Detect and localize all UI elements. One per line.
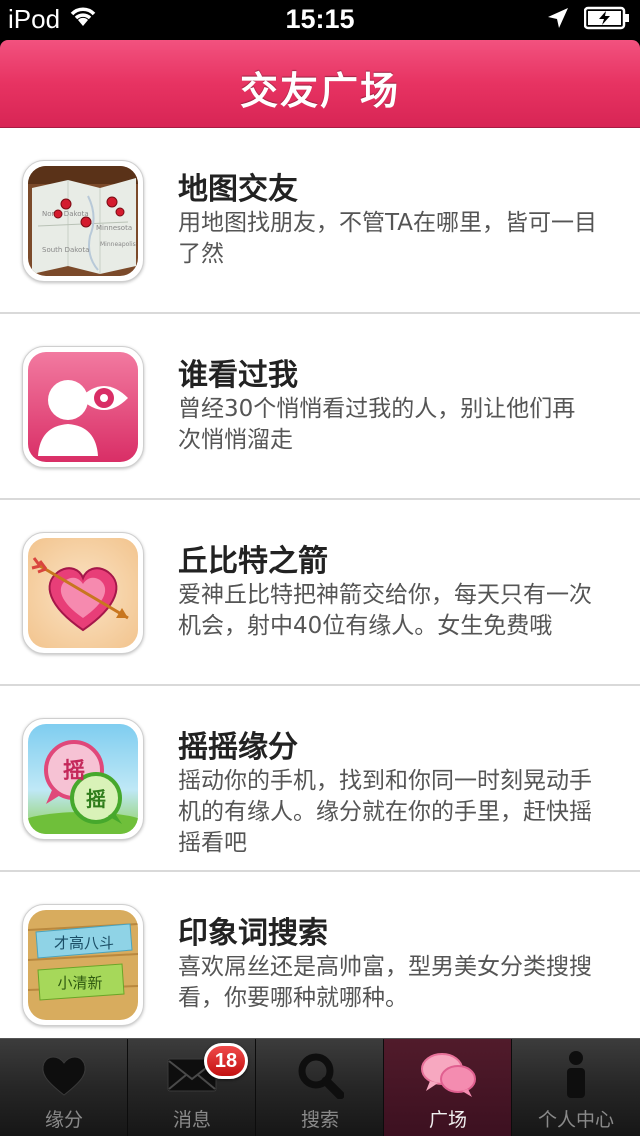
map-label-south-dakota: South Dakota <box>42 246 89 254</box>
list-item-shake-fate[interactable]: 摇 摇 摇摇缘分 摇动你的手机，找到和你同一时刻晃动手机的有缘人。缘分就在你的手… <box>0 686 640 872</box>
tab-label: 缘分 <box>44 1109 83 1131</box>
tab-bar: 缘分 18 消息 搜索 广场 个人中心 <box>0 1038 640 1136</box>
tab-profile[interactable]: 个人中心 <box>512 1039 640 1136</box>
tab-messages[interactable]: 18 消息 <box>128 1039 256 1136</box>
list-item-title: 印象词搜索 <box>178 916 328 951</box>
list-item-desc: 曾经30个悄悄看过我的人，别让他们再次悄悄溜走 <box>178 396 576 453</box>
tag-search-icon: 才高八斗 小清新 <box>22 904 144 1026</box>
tab-plaza[interactable]: 广场 <box>384 1039 512 1136</box>
tab-search[interactable]: 搜索 <box>256 1039 384 1136</box>
magnifier-icon <box>256 1049 384 1101</box>
heart-icon <box>0 1049 128 1101</box>
visitor-eye-icon <box>22 346 144 468</box>
list-item-map-friends[interactable]: North Dakota Minnesota South Dakota Minn… <box>0 128 640 314</box>
nav-bar: 交友广场 <box>0 40 640 128</box>
tab-fate[interactable]: 缘分 <box>0 1039 128 1136</box>
list-item-who-viewed-me[interactable]: 谁看过我 曾经30个悄悄看过我的人，别让他们再次悄悄溜走 <box>0 314 640 500</box>
message-count-badge: 18 <box>204 1043 248 1079</box>
tag-text-1: 才高八斗 <box>54 934 114 952</box>
list-item-title: 谁看过我 <box>178 358 298 393</box>
list-item-desc: 喜欢屌丝还是高帅富，型男美女分类搜搜看，你要哪种就哪种。 <box>178 954 592 1011</box>
tab-label: 广场 <box>428 1109 467 1131</box>
list-item-desc: 用地图找朋友，不管TA在哪里，皆可一目了然 <box>178 210 597 267</box>
battery-charging-icon <box>583 6 630 34</box>
shake-text-2: 摇 <box>86 787 106 811</box>
tag-text-2: 小清新 <box>57 974 102 992</box>
page-title: 交友广场 <box>239 69 400 113</box>
list-item-desc: 爱神丘比特把神箭交给你，每天只有一次机会，射中40位有缘人。女生免费哦 <box>178 582 592 639</box>
person-icon <box>512 1049 640 1101</box>
list-item-tag-search[interactable]: 才高八斗 小清新 印象词搜索 喜欢屌丝还是高帅富，型男美女分类搜搜看，你要哪种就… <box>0 872 640 1038</box>
feature-list: North Dakota Minnesota South Dakota Minn… <box>0 128 640 1038</box>
tab-label: 个人中心 <box>537 1109 614 1131</box>
list-item-cupid-arrow[interactable]: 丘比特之箭 爱神丘比特把神箭交给你，每天只有一次机会，射中40位有缘人。女生免费… <box>0 500 640 686</box>
map-icon: North Dakota Minnesota South Dakota Minn… <box>22 160 144 282</box>
list-item-title: 地图交友 <box>178 172 298 207</box>
tab-label: 搜索 <box>300 1109 339 1131</box>
chat-bubbles-icon <box>384 1049 512 1101</box>
tab-label: 消息 <box>172 1109 211 1131</box>
status-right <box>546 6 630 34</box>
list-item-title: 摇摇缘分 <box>178 730 298 765</box>
cupid-heart-arrow-icon <box>22 532 144 654</box>
status-bar: iPod 15:15 <box>0 0 640 40</box>
shake-text-1: 摇 <box>63 758 85 784</box>
list-item-title: 丘比特之箭 <box>178 544 328 579</box>
shake-bubbles-icon: 摇 摇 <box>22 718 144 840</box>
status-time: 15:15 <box>285 4 355 34</box>
map-label-north-dakota: North Dakota <box>42 210 89 218</box>
list-item-desc: 摇动你的手机，找到和你同一时刻晃动手机的有缘人。缘分就在你的手里，赶快摇摇看吧 <box>178 768 592 856</box>
map-label-minnesota: Minnesota <box>96 224 132 232</box>
map-label-minneapolis: Minneapolis <box>100 241 136 248</box>
location-arrow-icon <box>546 6 570 34</box>
